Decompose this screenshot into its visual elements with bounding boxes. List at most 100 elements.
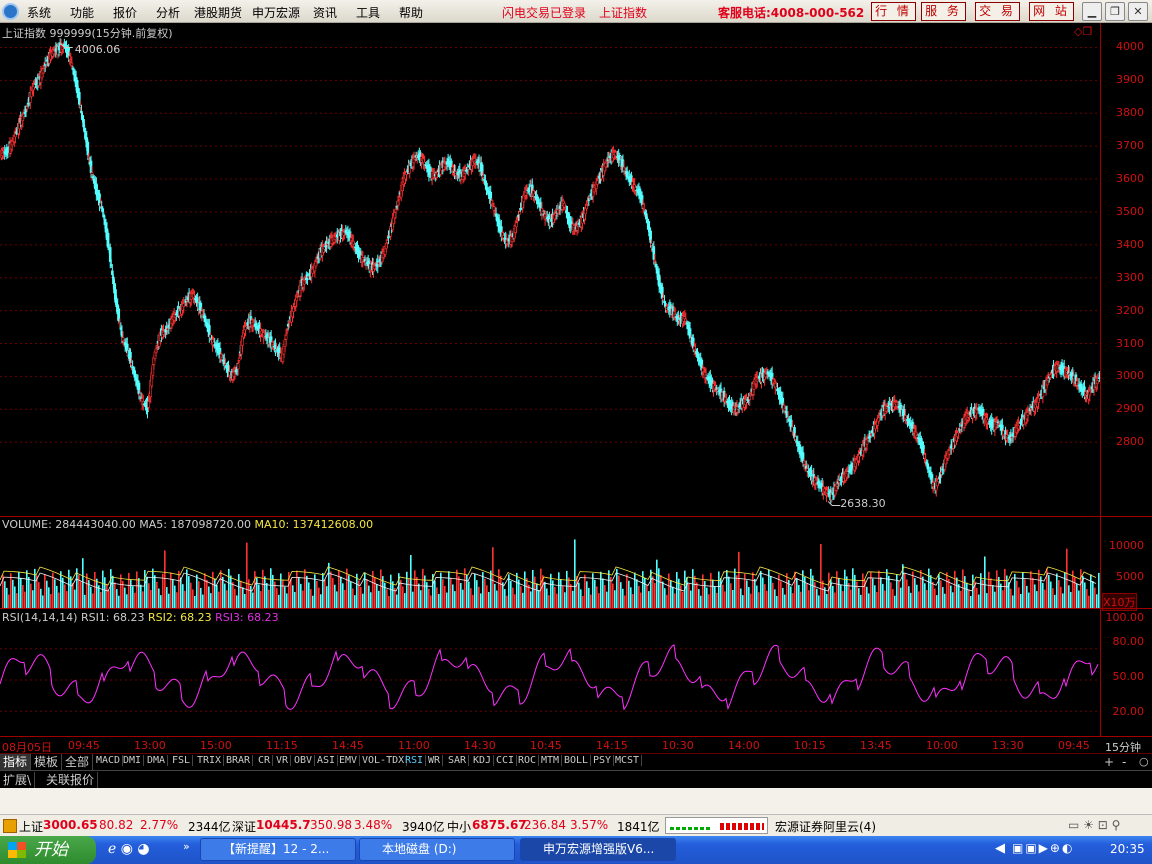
task-swhy[interactable]: 申万宏源增强版V6...	[520, 838, 676, 861]
volume-bar	[1024, 579, 1026, 608]
rsi-chart[interactable]	[0, 624, 1100, 736]
status-tray-icons[interactable]: ▭ ☀ ⊡ ⚲	[1068, 818, 1120, 832]
task-explorer[interactable]: 本地磁盘 (D:)	[359, 838, 515, 861]
app-logo-icon[interactable]	[2, 3, 19, 20]
login-status[interactable]: 闪电交易已登录	[502, 4, 586, 21]
volume-bar	[772, 582, 774, 608]
volume-bar	[998, 576, 1000, 608]
tab-emv[interactable]: EMV	[337, 755, 361, 766]
expand-icon[interactable]: »	[183, 840, 190, 853]
time-tick: 13:30	[992, 739, 1024, 752]
tab-all[interactable]: 全部	[62, 754, 94, 770]
menu-help[interactable]: 帮助	[399, 4, 423, 21]
price-tick: 3800	[1116, 106, 1144, 120]
volume-bar	[566, 570, 568, 608]
tab-indicator[interactable]: 指标	[0, 754, 32, 770]
close-button[interactable]: ✕	[1128, 2, 1148, 21]
volume-bar	[338, 570, 340, 608]
volume-bar	[1074, 577, 1076, 608]
tab-asi[interactable]: ASI	[315, 755, 339, 766]
volume-bar	[500, 575, 502, 608]
volume-bar	[142, 591, 144, 608]
tab-psy[interactable]: PSY	[591, 755, 615, 766]
price-chart[interactable]	[0, 23, 1100, 516]
volume-bar	[752, 572, 754, 608]
volume-bar	[826, 593, 828, 608]
tab-extension[interactable]: 扩展\	[0, 772, 36, 788]
tab-kdj[interactable]: KDJ	[471, 755, 495, 766]
taskbar: 开始 ℯ ◉ ◕ » 【新提醒】12 - 2... 本地磁盘 (D:) 申万宏源…	[0, 836, 1152, 864]
menu-system[interactable]: 系统	[27, 4, 51, 21]
volume-bar	[832, 585, 834, 608]
zoom-in-button[interactable]: +	[1104, 755, 1114, 769]
volume-chart[interactable]	[0, 532, 1100, 608]
menu-analysis[interactable]: 分析	[156, 4, 180, 21]
volume-bar	[614, 590, 616, 608]
volume-bar	[420, 590, 422, 608]
menu-hk-futures[interactable]: 港股期货	[194, 4, 242, 21]
volume-bar	[152, 568, 154, 608]
server-name[interactable]: 宏源证券阿里云(4)	[775, 818, 876, 835]
menu-swhy[interactable]: 申万宏源	[252, 4, 300, 21]
menu-quote[interactable]: 报价	[113, 4, 137, 21]
tab-vol-tdx[interactable]: VOL-TDX	[360, 755, 408, 766]
tab-cr[interactable]: CR	[256, 755, 274, 766]
sz-label[interactable]: 深证	[232, 818, 256, 835]
volume-bar	[182, 584, 184, 608]
volume-bar	[770, 576, 772, 608]
tab-cci[interactable]: CCI	[494, 755, 518, 766]
website-button[interactable]: 网 站	[1029, 2, 1074, 21]
tab-dma[interactable]: DMA	[145, 755, 169, 766]
volume-bar	[134, 592, 136, 608]
volume-bar	[56, 585, 58, 608]
market-button[interactable]: 行 情	[871, 2, 916, 21]
task-browser[interactable]: 【新提醒】12 - 2...	[200, 838, 356, 861]
tab-macd[interactable]: MACD	[94, 755, 124, 766]
reset-button[interactable]: ○	[1139, 755, 1149, 768]
tab-mcst[interactable]: MCST	[613, 755, 643, 766]
tab-related-quote[interactable]: 关联报价	[43, 772, 99, 788]
tab-sar[interactable]: SAR	[446, 755, 470, 766]
volume-bar	[1070, 591, 1072, 608]
index-link[interactable]: 上证指数	[599, 4, 647, 21]
tab-trix[interactable]: TRIX	[195, 755, 225, 766]
volume-bar	[128, 572, 130, 608]
zx-label[interactable]: 中小	[447, 818, 471, 835]
volume-bar	[674, 593, 676, 608]
volume-bar	[1096, 594, 1098, 608]
tab-mtm[interactable]: MTM	[539, 755, 563, 766]
zoom-out-button[interactable]: -	[1122, 755, 1126, 769]
volume-bar	[204, 573, 206, 608]
service-button[interactable]: 服 务	[921, 2, 966, 21]
volume-bar	[746, 580, 748, 608]
sh-pct: 2.77%	[140, 818, 179, 832]
tab-dmi[interactable]: DMI	[121, 755, 145, 766]
tab-roc[interactable]: ROC	[516, 755, 540, 766]
tab-obv[interactable]: OBV	[292, 755, 316, 766]
volume-bar	[652, 576, 654, 608]
tab-boll[interactable]: BOLL	[562, 755, 592, 766]
price-tick: 4000	[1116, 40, 1144, 54]
volume-bar	[1048, 574, 1050, 608]
volume-bar	[834, 592, 836, 608]
tray-icons[interactable]: ▣▣▶⊕◐	[1012, 841, 1074, 855]
candle-body	[236, 363, 240, 370]
trade-button[interactable]: 交 易	[975, 2, 1020, 21]
menu-function[interactable]: 功能	[70, 4, 94, 21]
sh-label[interactable]: 上证	[19, 818, 43, 835]
tab-brar[interactable]: BRAR	[224, 755, 254, 766]
volume-bar	[20, 578, 22, 608]
tab-vr[interactable]: VR	[274, 755, 292, 766]
tab-fsl[interactable]: FSL	[170, 755, 194, 766]
menu-news[interactable]: 资讯	[313, 4, 337, 21]
restore-button[interactable]: ❐	[1105, 2, 1125, 21]
minimize-button[interactable]: ▁	[1082, 2, 1102, 21]
menu-tools[interactable]: 工具	[356, 4, 380, 21]
tab-rsi[interactable]: RSI	[403, 755, 427, 766]
time-tick: 11:00	[398, 739, 430, 752]
quicklaunch-icons[interactable]: ℯ ◉ ◕	[108, 841, 150, 857]
tray-arrow-icon[interactable]: ◀	[995, 841, 1005, 856]
tab-wr[interactable]: WR	[426, 755, 444, 766]
tab-template[interactable]: 模板	[31, 754, 63, 770]
volume-bar	[106, 583, 108, 608]
